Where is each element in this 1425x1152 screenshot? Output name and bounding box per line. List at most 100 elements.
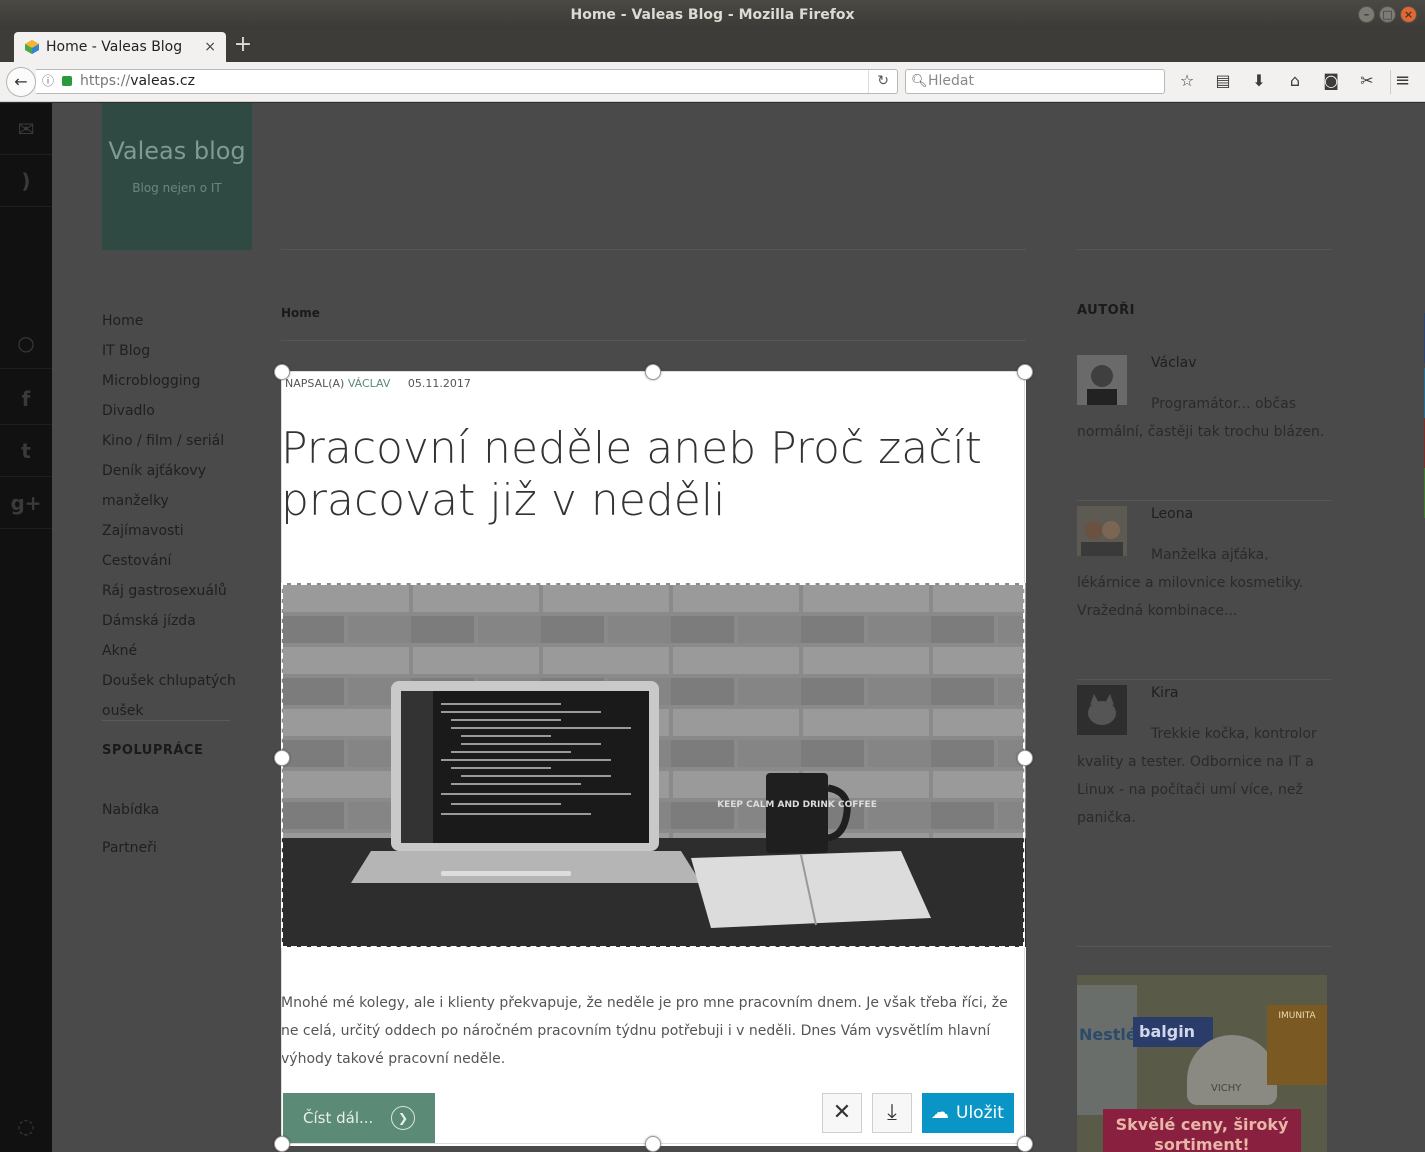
menu-item[interactable]: Kino / film / seriál: [102, 426, 242, 456]
ad-brand-nestle: Nestlé: [1079, 1025, 1137, 1044]
close-window-icon[interactable]: ×: [1400, 6, 1417, 23]
mail-icon[interactable]: ✉: [0, 103, 52, 155]
reading-list-icon[interactable]: ▤: [1212, 70, 1234, 92]
selection-handle[interactable]: [645, 364, 661, 380]
ad-product-box: [1077, 985, 1137, 1115]
selection-handle[interactable]: [274, 750, 290, 766]
url-scheme: https://: [80, 73, 131, 89]
post-card: NAPSAL(A) VÁCLAV 05.11.2017 Pracovní ned…: [281, 371, 1026, 1146]
selection-handle[interactable]: [274, 364, 290, 380]
menu-item[interactable]: Divadlo: [102, 396, 242, 426]
post-excerpt: Mnohé mé kolegy, ale i klienty překvapuj…: [281, 995, 1008, 1067]
facebook-rail-icon[interactable]: f: [0, 373, 52, 425]
post-meta: NAPSAL(A) VÁCLAV 05.11.2017: [285, 377, 471, 390]
new-tab-button[interactable]: +: [232, 30, 254, 60]
url-bar[interactable]: ⓘ https://valeas.cz ↻: [36, 69, 898, 94]
sidebar-divider: [1077, 500, 1332, 501]
twitter-rail-icon[interactable]: t: [0, 425, 52, 477]
search-input[interactable]: 🔍︎ Hledat: [905, 69, 1165, 94]
menu-item[interactable]: Home: [102, 306, 242, 336]
left-social-rail: ✉ ) ○ f t g+ ◌: [0, 103, 52, 1152]
post-author-link[interactable]: VÁCLAV: [348, 377, 391, 390]
tab-label: Home - Valeas Blog: [46, 39, 183, 55]
laptop-coffee-photo: KEEP CALM AND DRINK COFFEE: [281, 583, 1026, 947]
menu-item[interactable]: IT Blog: [102, 336, 242, 366]
close-icon: ✕: [832, 1100, 852, 1125]
author-name[interactable]: Kira: [1151, 685, 1178, 701]
scroll-top-icon[interactable]: ◌: [0, 1100, 52, 1152]
page-content: Valeas blog Blog nejen o IT Home IT Blog…: [52, 103, 1425, 1152]
search-rail-icon[interactable]: ○: [0, 317, 52, 369]
info-icon[interactable]: ⓘ: [42, 70, 54, 93]
arrow-right-icon: ❯: [391, 1106, 415, 1130]
menu-item[interactable]: Microblogging: [102, 366, 242, 396]
rss-icon[interactable]: ): [0, 155, 52, 207]
menu-item[interactable]: Zajímavosti: [102, 516, 242, 546]
ad-brand-vichy: VICHY: [1211, 1083, 1242, 1094]
tab-close-icon[interactable]: ×: [204, 32, 216, 62]
pocket-icon[interactable]: ◙: [1320, 70, 1342, 92]
home-icon[interactable]: ⌂: [1284, 70, 1306, 92]
screenshot-cancel-button[interactable]: ✕: [822, 1093, 862, 1133]
minimize-icon[interactable]: –: [1358, 6, 1375, 23]
url-text[interactable]: https://valeas.cz: [80, 70, 195, 93]
screenshot-icon[interactable]: ✂: [1356, 70, 1378, 92]
author-bio: Programátor... občas normální, častěji t…: [1077, 396, 1325, 440]
site-logo[interactable]: Valeas blog Blog nejen o IT: [102, 103, 252, 250]
download-icon: ⤓: [887, 1100, 897, 1125]
menu-item[interactable]: Ráj gastrosexuálů: [102, 576, 242, 606]
googleplus-rail-icon[interactable]: g+: [0, 477, 52, 529]
downloads-icon[interactable]: ⬇: [1248, 70, 1270, 92]
menu-item[interactable]: Akné: [102, 636, 242, 666]
post-title[interactable]: Pracovní neděle aneb Proč začít pracovat…: [281, 423, 1001, 527]
post-date: 05.11.2017: [407, 377, 471, 390]
search-placeholder: Hledat: [928, 73, 974, 89]
window-titlebar: Home - Valeas Blog - Mozilla Firefox – □…: [0, 0, 1425, 30]
read-more-label: Číst dál...: [303, 1109, 374, 1127]
main-menu: Home IT Blog Microblogging Divadlo Kino …: [102, 306, 242, 726]
sidebar-divider: [1077, 679, 1332, 680]
post-image[interactable]: KEEP CALM AND DRINK COFFEE: [281, 583, 1026, 947]
authors-heading: AUTOŘI: [1077, 303, 1135, 318]
toolbar-icons: ☆ ▤ ⬇ ⌂ ◙ ✂: [1176, 70, 1378, 92]
menu-item[interactable]: Dámská jízda: [102, 606, 242, 636]
mug-text: KEEP CALM AND DRINK COFFEE: [717, 800, 877, 810]
sidebar-divider: [1077, 946, 1332, 947]
selection-handle[interactable]: [274, 1136, 290, 1152]
breadcrumb-divider: [281, 340, 1026, 341]
coop-item-partners[interactable]: Partneři: [102, 833, 157, 863]
selection-handle[interactable]: [1017, 1136, 1033, 1152]
coop-item-offer[interactable]: Nabídka: [102, 795, 159, 825]
tab-home[interactable]: Home - Valeas Blog ×: [14, 32, 226, 62]
sidebar-header-divider: [1077, 249, 1332, 250]
menu-item[interactable]: manželky: [102, 486, 242, 516]
author-name[interactable]: Leona: [1151, 506, 1193, 522]
author-card: Leona Manželka ajťáka, lékárnice a milov…: [1077, 506, 1332, 666]
bookmark-star-icon[interactable]: ☆: [1176, 70, 1198, 92]
site-favicon-icon: [25, 40, 39, 54]
advertisement-banner[interactable]: Nestlé balgin VICHY IMUNITA Skvělé ceny,…: [1077, 975, 1327, 1152]
window-title: Home - Valeas Blog - Mozilla Firefox: [570, 7, 855, 23]
lock-icon: [62, 76, 72, 86]
selection-handle[interactable]: [1017, 750, 1033, 766]
back-button[interactable]: ←: [6, 67, 36, 97]
menu-item[interactable]: oušek: [102, 696, 242, 726]
selection-handle[interactable]: [645, 1136, 661, 1152]
breadcrumb[interactable]: Home: [281, 306, 320, 320]
screenshot-save-button[interactable]: ☁ Uložit: [922, 1093, 1014, 1133]
screenshot-download-button[interactable]: ⤓: [872, 1093, 912, 1133]
selection-handle[interactable]: [1017, 364, 1033, 380]
coop-heading: SPOLUPRÁCE: [102, 743, 204, 758]
ad-brand-imunita: IMUNITA: [1267, 1005, 1327, 1085]
maximize-icon[interactable]: □: [1379, 6, 1396, 23]
read-more-button[interactable]: Číst dál... ❯: [283, 1093, 435, 1143]
save-label: Uložit: [956, 1103, 1004, 1123]
reload-icon[interactable]: ↻: [868, 70, 889, 93]
window-controls: – □ ×: [1358, 6, 1417, 23]
menu-item[interactable]: Cestování: [102, 546, 242, 576]
menu-item[interactable]: Doušek chlupatých: [102, 666, 242, 696]
author-name[interactable]: Václav: [1151, 355, 1197, 371]
menu-item[interactable]: Deník ajťákovy: [102, 456, 242, 486]
hamburger-menu-icon[interactable]: ≡: [1390, 70, 1414, 94]
author-bio: Manželka ajťáka, lékárnice a milovnice k…: [1077, 547, 1304, 619]
